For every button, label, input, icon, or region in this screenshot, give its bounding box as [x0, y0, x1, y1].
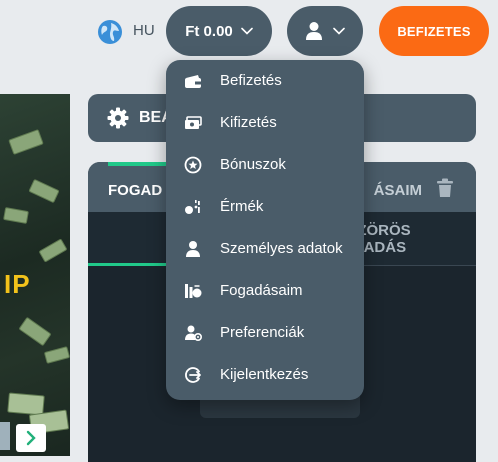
- my-bets-tab[interactable]: ÁSAIM: [374, 182, 422, 199]
- balance-button[interactable]: Ft 0.00: [166, 6, 272, 56]
- menu-item-preferences[interactable]: Preferenciák: [166, 314, 364, 352]
- carousel-prev-button[interactable]: [0, 422, 10, 450]
- menu-label: Kifizetés: [220, 114, 277, 131]
- menu-item-personal-data[interactable]: Személyes adatok: [166, 230, 364, 268]
- wallet-icon: [185, 75, 201, 88]
- menu-label: Bónuszok: [220, 156, 286, 173]
- menu-item-withdraw[interactable]: Kifizetés: [166, 104, 364, 142]
- balance-value: Ft 0.00: [185, 22, 233, 40]
- chevron-down-icon: [240, 27, 253, 35]
- logout-icon: [185, 367, 201, 383]
- account-menu-button[interactable]: [287, 6, 363, 56]
- menu-item-my-bets[interactable]: Fogadásaim: [166, 272, 364, 310]
- user-icon: [306, 22, 322, 40]
- header-accent: [108, 162, 168, 166]
- star-badge-icon: [184, 156, 202, 174]
- menu-label: Befizetés: [220, 72, 282, 89]
- bets-icon: [185, 284, 202, 298]
- menu-item-coins[interactable]: Érmék: [166, 188, 364, 226]
- carousel-next-button[interactable]: [16, 424, 46, 452]
- menu-label: Preferenciák: [220, 324, 305, 341]
- betslip-title[interactable]: FOGAD: [108, 182, 162, 199]
- chevron-right-icon: [26, 430, 36, 446]
- preferences-icon: [185, 325, 202, 341]
- promo-title: IP: [4, 269, 31, 299]
- menu-label: Személyes adatok: [220, 240, 343, 257]
- deposit-button[interactable]: BEFIZETES: [379, 6, 489, 56]
- menu-item-logout[interactable]: Kijelentkezés: [166, 356, 364, 394]
- menu-label: Fogadásaim: [220, 282, 303, 299]
- trash-icon[interactable]: [436, 178, 454, 198]
- menu-label: Érmék: [220, 198, 264, 215]
- promo-banner[interactable]: IP: [0, 94, 70, 456]
- globe-icon[interactable]: [97, 19, 123, 45]
- cash-icon: [185, 116, 202, 129]
- coins-icon: [185, 200, 200, 214]
- account-dropdown: Befizetés Kifizetés Bónuszok Érmék Szemé…: [166, 60, 364, 400]
- menu-item-bonuses[interactable]: Bónuszok: [166, 146, 364, 184]
- menu-item-deposit[interactable]: Befizetés: [166, 62, 364, 100]
- menu-label: Kijelentkezés: [220, 366, 309, 383]
- user-icon: [186, 241, 200, 257]
- gear-icon: [107, 107, 129, 129]
- chevron-down-icon: [333, 27, 345, 35]
- language-selector[interactable]: HU: [133, 22, 155, 39]
